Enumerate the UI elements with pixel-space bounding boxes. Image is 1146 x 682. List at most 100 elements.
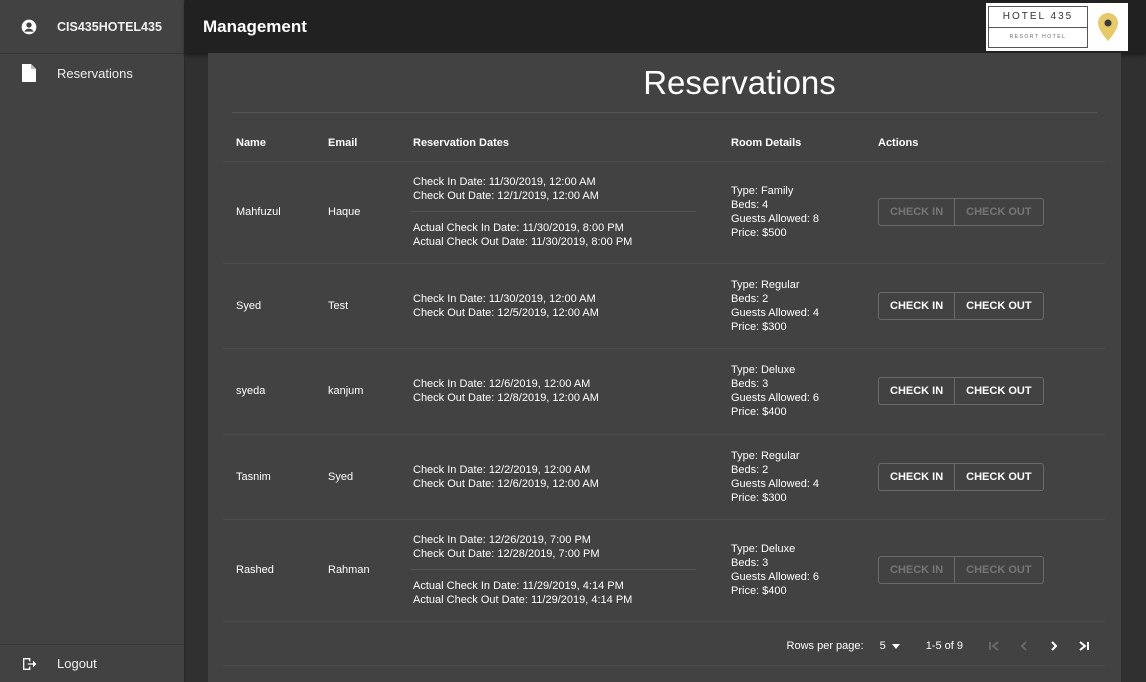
room-beds: Beds: 3 — [731, 378, 769, 390]
cell-dates: Check In Date: 12/2/2019, 12:00 AM Check… — [400, 434, 718, 520]
dates-divider — [411, 569, 696, 570]
check-in-date: Check In Date: 12/26/2019, 7:00 PM — [413, 534, 591, 546]
logo-sub-text: RESORT HOTEL — [1009, 34, 1067, 41]
room-type: Type: Family — [731, 185, 794, 197]
cell-dates: Check In Date: 12/26/2019, 7:00 PM Check… — [400, 519, 718, 622]
check-in-button[interactable]: CHECK IN — [879, 293, 954, 319]
previous-page-button[interactable] — [1009, 634, 1039, 658]
check-out-button[interactable]: CHECK OUT — [954, 199, 1042, 225]
table-row: Syed Test Check In Date: 11/30/2019, 12:… — [223, 263, 1105, 349]
room-price: Price: $500 — [731, 227, 787, 239]
check-out-button[interactable]: CHECK OUT — [954, 378, 1042, 404]
check-in-date: Check In Date: 11/30/2019, 12:00 AM — [413, 292, 596, 305]
check-out-button[interactable]: CHECK OUT — [954, 557, 1042, 583]
cell-room: Type: Family Beds: 4 Guests Allowed: 8 P… — [718, 161, 865, 264]
column-header-email[interactable]: Email — [315, 125, 400, 162]
column-header-actions: Actions — [865, 125, 1105, 162]
check-out-button[interactable]: CHECK OUT — [954, 463, 1042, 490]
cell-name: Rashed — [223, 519, 315, 622]
column-header-room[interactable]: Room Details — [718, 125, 865, 162]
page-title: Reservations — [643, 63, 836, 101]
room-guests: Guests Allowed: 4 — [731, 306, 820, 319]
actual-check-in-date: Actual Check In Date: 11/30/2019, 8:00 P… — [413, 222, 624, 234]
room-type: Type: Regular — [731, 278, 800, 291]
top-app-bar: Management HOTEL 435 RESORT HOTEL — [185, 0, 1146, 53]
next-page-button[interactable] — [1039, 634, 1069, 658]
table-row: Mahfuzul Haque Check In Date: 11/30/2019… — [223, 161, 1105, 264]
room-guests: Guests Allowed: 6 — [731, 571, 820, 583]
reservations-panel: Reservations Name Email Reservation Date… — [208, 53, 1121, 682]
map-pin-icon — [1088, 13, 1128, 41]
reservations-table: Name Email Reservation Dates Room Detail… — [223, 125, 1105, 622]
check-in-date: Check In Date: 11/30/2019, 12:00 AM — [413, 176, 596, 188]
logo-main-text: HOTEL 435 — [989, 7, 1087, 28]
room-guests: Guests Allowed: 4 — [731, 477, 820, 490]
actual-check-in-date: Actual Check In Date: 11/29/2019, 4:14 P… — [413, 580, 624, 592]
room-beds: Beds: 3 — [731, 557, 769, 569]
cell-room: Type: Regular Beds: 2 Guests Allowed: 4 … — [718, 434, 865, 520]
cell-name: Tasnim — [223, 434, 315, 520]
rows-per-page-value: 5 — [879, 639, 886, 652]
column-header-name[interactable]: Name — [223, 125, 315, 162]
last-page-button[interactable] — [1069, 634, 1099, 658]
rows-per-page-select[interactable]: 5 — [880, 640, 900, 652]
cell-dates: Check In Date: 11/30/2019, 12:00 AM Chec… — [400, 263, 718, 349]
cell-actions: CHECK IN CHECK OUT — [865, 519, 1105, 622]
room-type: Type: Deluxe — [731, 364, 796, 376]
cell-room: Type: Deluxe Beds: 3 Guests Allowed: 6 P… — [718, 519, 865, 622]
cell-email: Test — [315, 263, 400, 349]
logo-text-box: HOTEL 435 RESORT HOTEL — [988, 6, 1088, 48]
check-out-date: Check Out Date: 12/1/2019, 12:00 AM — [413, 190, 599, 202]
check-in-date: Check In Date: 12/6/2019, 12:00 AM — [413, 378, 591, 390]
app-title: Management — [203, 16, 307, 36]
room-guests: Guests Allowed: 8 — [731, 213, 820, 225]
column-header-dates[interactable]: Reservation Dates — [400, 125, 718, 162]
cell-room: Type: Deluxe Beds: 3 Guests Allowed: 6 P… — [718, 348, 865, 435]
check-out-button[interactable]: CHECK OUT — [954, 292, 1042, 319]
cell-email: Syed — [315, 434, 400, 520]
action-button-group: CHECK IN CHECK OUT — [878, 377, 1044, 405]
room-guests: Guests Allowed: 6 — [731, 392, 820, 404]
table-row: Rashed Rahman Check In Date: 12/26/2019,… — [223, 519, 1105, 622]
document-icon — [0, 64, 57, 82]
chevron-left-icon — [1020, 640, 1027, 651]
check-in-button[interactable]: CHECK IN — [879, 378, 954, 404]
cell-room: Type: Regular Beds: 2 Guests Allowed: 4 … — [718, 263, 865, 349]
room-type: Type: Regular — [731, 449, 800, 462]
check-out-date: Check Out Date: 12/8/2019, 12:00 AM — [413, 392, 599, 404]
cell-actions: CHECK IN CHECK OUT — [865, 434, 1105, 520]
chevron-right-icon — [1051, 640, 1058, 651]
check-in-button[interactable]: CHECK IN — [879, 557, 954, 583]
cell-email: Rahman — [315, 519, 400, 622]
sidebar: CIS435HOTEL435 Reservations Logout — [0, 0, 185, 682]
action-button-group: CHECK IN CHECK OUT — [878, 198, 1044, 226]
table-row: Tasnim Syed Check In Date: 12/2/2019, 12… — [223, 434, 1105, 520]
user-name: CIS435HOTEL435 — [57, 19, 162, 34]
cell-actions: CHECK IN CHECK OUT — [865, 348, 1105, 435]
last-page-icon — [1079, 640, 1089, 651]
page-heading: Reservations — [232, 53, 1097, 113]
table-row: syeda kanjum Check In Date: 12/6/2019, 1… — [223, 348, 1105, 435]
table-header-row: Name Email Reservation Dates Room Detail… — [223, 125, 1105, 162]
sidebar-item-reservations[interactable]: Reservations — [0, 54, 184, 92]
cell-name: Mahfuzul — [223, 161, 315, 264]
actual-check-out-date: Actual Check Out Date: 11/30/2019, 8:00 … — [413, 236, 633, 248]
room-type: Type: Deluxe — [731, 543, 796, 555]
cell-dates: Check In Date: 12/6/2019, 12:00 AM Check… — [400, 348, 718, 435]
user-account[interactable]: CIS435HOTEL435 — [0, 0, 184, 54]
room-price: Price: $300 — [731, 320, 787, 333]
action-button-group: CHECK IN CHECK OUT — [878, 556, 1044, 584]
action-button-group: CHECK IN CHECK OUT — [878, 291, 1044, 320]
hotel-logo: HOTEL 435 RESORT HOTEL — [986, 3, 1128, 51]
dates-divider — [411, 211, 696, 212]
caret-down-icon — [891, 640, 900, 652]
check-out-date: Check Out Date: 12/28/2019, 7:00 PM — [413, 548, 600, 560]
check-in-button[interactable]: CHECK IN — [879, 464, 954, 490]
logout-button[interactable]: Logout — [0, 644, 184, 682]
check-out-date: Check Out Date: 12/5/2019, 12:00 AM — [413, 306, 599, 319]
check-in-button[interactable]: CHECK IN — [879, 199, 954, 225]
cell-email: Haque — [315, 161, 400, 264]
first-page-button[interactable] — [979, 634, 1009, 658]
room-beds: Beds: 2 — [731, 463, 769, 476]
check-in-date: Check In Date: 12/2/2019, 12:00 AM — [413, 463, 591, 476]
